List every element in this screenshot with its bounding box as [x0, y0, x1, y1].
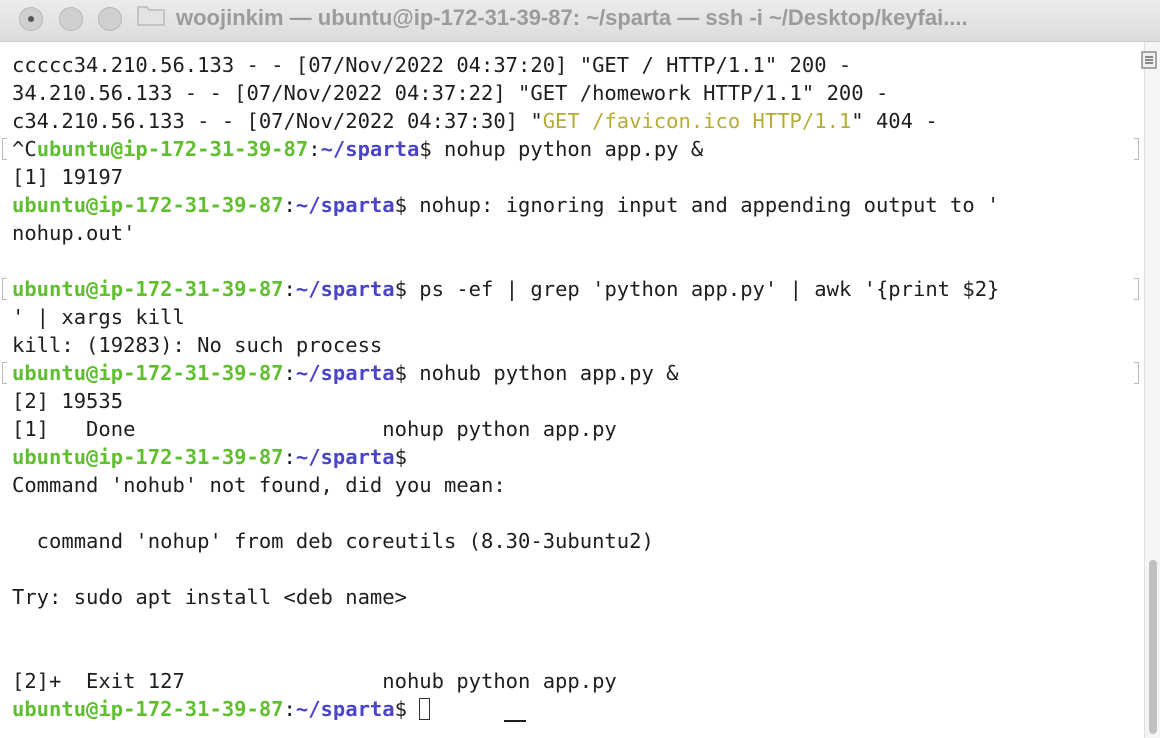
prompt-colon: : — [283, 361, 296, 385]
prompt-line-2: ubuntu@ip-172-31-39-87:~/sparta$ nohup: … — [12, 191, 999, 219]
prompt-colon: : — [283, 277, 296, 301]
terminal-output[interactable]: ccccc34.210.56.133 - - [07/Nov/2022 04:3… — [0, 42, 1144, 738]
prompt-dollar: $ — [394, 193, 407, 217]
job-done-line: [1] Done nohup python app.py — [12, 417, 617, 441]
prompt-user-host: ubuntu@ip-172-31-39-87 — [12, 193, 284, 217]
log-line-2: 34.210.56.133 - - [07/Nov/2022 04:37:22]… — [12, 81, 889, 105]
cursor-block — [419, 698, 431, 720]
scrollbar-thumb[interactable] — [1149, 560, 1157, 734]
prompt-path: ~/sparta — [295, 445, 395, 469]
prompt-line-5: ubuntu@ip-172-31-39-87:~/sparta$ — [12, 443, 407, 471]
ctrl-c-text: ^C — [12, 137, 37, 161]
exit-line: [2]+ Exit 127 nohub python app.py — [12, 669, 617, 693]
prompt-line-4: ubuntu@ip-172-31-39-87:~/sparta$ nohub p… — [12, 359, 679, 387]
command-text: ps -ef | grep 'python app.py' | awk '{pr… — [406, 277, 1000, 301]
prompt-user-host: ubuntu@ip-172-31-39-87 — [36, 137, 309, 161]
prompt-path: ~/sparta — [295, 361, 395, 385]
prompt-dollar: $ — [419, 137, 432, 161]
output-line-nohup: nohup.out' — [12, 221, 136, 245]
prompt-path: ~/sparta — [320, 137, 420, 161]
command-text: nohub python app.py & — [406, 361, 679, 385]
folder-icon — [137, 6, 165, 26]
try-line: Try: sudo apt install <deb name> — [12, 585, 407, 609]
minimize-button[interactable] — [59, 7, 83, 31]
prompt-colon: : — [283, 193, 296, 217]
prompt-colon: : — [283, 445, 296, 469]
terminal-window: woojinkim — ubuntu@ip-172-31-39-87: ~/sp… — [0, 0, 1160, 738]
kill-error-line: kill: (19283): No such process — [12, 333, 383, 357]
input-underscore — [504, 720, 526, 722]
command-output-text: nohup: ignoring input and appending outp… — [406, 193, 1000, 217]
job-line-2: [2] 19535 — [12, 389, 124, 413]
prompt-path: ~/sparta — [295, 193, 395, 217]
mark-bracket-left — [2, 278, 7, 300]
close-dot-icon — [28, 16, 34, 22]
mark-bracket-right — [1134, 138, 1139, 160]
prompt-user-host: ubuntu@ip-172-31-39-87 — [12, 277, 284, 301]
log-line-3: c34.210.56.133 - - [07/Nov/2022 04:37:30… — [12, 107, 938, 135]
prompt-line-3: ubuntu@ip-172-31-39-87:~/sparta$ ps -ef … — [12, 275, 999, 303]
title-bar[interactable]: woojinkim — ubuntu@ip-172-31-39-87: ~/sp… — [0, 0, 1160, 42]
command-continuation: ' | xargs kill — [12, 305, 185, 329]
close-button[interactable] — [19, 7, 43, 31]
mark-bracket-left — [2, 362, 7, 384]
prompt-user-host: ubuntu@ip-172-31-39-87 — [12, 697, 284, 721]
suggestion-line: command 'nohup' from deb coreutils (8.30… — [12, 529, 654, 553]
prompt-dollar: $ — [394, 277, 407, 301]
zoom-button[interactable] — [98, 7, 122, 31]
mark-bracket-right — [1134, 278, 1139, 300]
prompt-path: ~/sparta — [295, 697, 395, 721]
prompt-line-1: ^Cubuntu@ip-172-31-39-87:~/sparta$ nohup… — [12, 135, 703, 163]
job-line-1: [1] 19197 — [12, 165, 124, 189]
prompt-user-host: ubuntu@ip-172-31-39-87 — [12, 445, 284, 469]
log-line-3-pre: c34.210.56.133 - - [07/Nov/2022 04:37:30… — [12, 109, 543, 133]
log-line-1: ccccc34.210.56.133 - - [07/Nov/2022 04:3… — [12, 53, 852, 77]
prompt-line-current: ubuntu@ip-172-31-39-87:~/sparta$ — [12, 695, 431, 723]
log-line-3-post: " 404 - — [851, 109, 938, 133]
prompt-user-host: ubuntu@ip-172-31-39-87 — [12, 361, 284, 385]
window-title: woojinkim — ubuntu@ip-172-31-39-87: ~/sp… — [176, 5, 968, 30]
mark-bracket-right — [1134, 362, 1139, 384]
log-line-3-highlight: GET /favicon.ico HTTP/1.1 — [542, 109, 852, 133]
mark-bracket-left — [2, 138, 7, 160]
prompt-path: ~/sparta — [295, 277, 395, 301]
prompt-colon: : — [308, 137, 321, 161]
prompt-dollar: $ — [394, 697, 407, 721]
prompt-colon: : — [283, 697, 296, 721]
not-found-line: Command 'nohub' not found, did you mean: — [12, 473, 506, 497]
command-text: nohup python app.py & — [431, 137, 704, 161]
prompt-dollar: $ — [394, 445, 407, 469]
prompt-dollar: $ — [394, 361, 407, 385]
scroll-lines-icon[interactable] — [1140, 50, 1158, 70]
